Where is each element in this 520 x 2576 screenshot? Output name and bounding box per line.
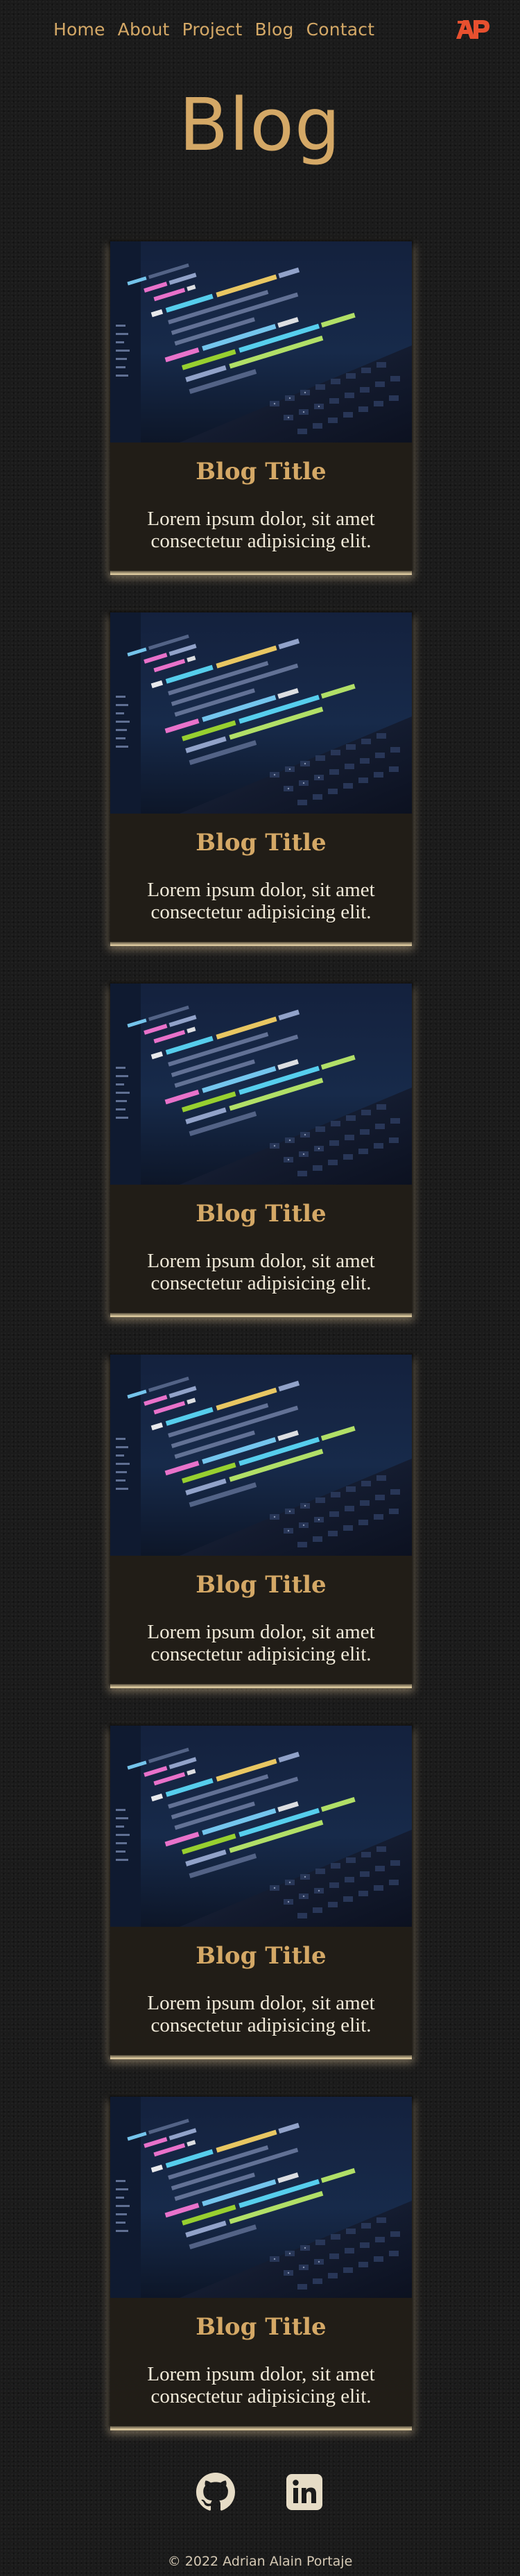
blog-card-title: Blog Title	[196, 458, 327, 486]
github-link[interactable]	[196, 2473, 235, 2511]
linkedin-icon	[286, 2474, 322, 2510]
blog-post-list: Blog Title Lorem ipsum dolor, sit amet c…	[110, 241, 412, 2468]
nav-link-project[interactable]: Project	[182, 19, 243, 40]
blog-card-title: Blog Title	[196, 1571, 327, 1599]
github-icon	[196, 2473, 235, 2511]
blog-card[interactable]: Blog Title Lorem ipsum dolor, sit amet c…	[110, 2097, 412, 2426]
blog-card-excerpt: Lorem ipsum dolor, sit amet consectetur …	[147, 2363, 375, 2407]
blog-card-excerpt: Lorem ipsum dolor, sit amet consectetur …	[147, 879, 375, 923]
blog-card-excerpt: Lorem ipsum dolor, sit amet consectetur …	[147, 1250, 375, 1294]
blog-card[interactable]: Blog Title Lorem ipsum dolor, sit amet c…	[110, 1355, 412, 1684]
code-screen-image	[110, 2097, 412, 2298]
blog-card-title: Blog Title	[196, 2313, 327, 2341]
code-screen-image	[110, 612, 412, 814]
blog-card-excerpt: Lorem ipsum dolor, sit amet consectetur …	[147, 1621, 375, 1665]
blog-card[interactable]: Blog Title Lorem ipsum dolor, sit amet c…	[110, 984, 412, 1313]
top-navigation: Home About Project Blog Contact	[0, 17, 520, 44]
social-links	[0, 2473, 520, 2514]
code-screen-image	[110, 1355, 412, 1556]
blog-card-title: Blog Title	[196, 1942, 327, 1970]
nav-link-contact[interactable]: Contact	[306, 19, 375, 40]
nav-link-about[interactable]: About	[118, 19, 170, 40]
blog-card-excerpt: Lorem ipsum dolor, sit amet consectetur …	[147, 508, 375, 552]
page-title: Blog	[179, 83, 341, 167]
blog-card[interactable]: Blog Title Lorem ipsum dolor, sit amet c…	[110, 1726, 412, 2055]
copyright-text: © 2022 Adrian Alain Portaje	[167, 2554, 353, 2569]
blog-card-title: Blog Title	[196, 829, 327, 857]
linkedin-link[interactable]	[285, 2473, 324, 2511]
blog-card[interactable]: Blog Title Lorem ipsum dolor, sit amet c…	[110, 612, 412, 942]
nav-link-home[interactable]: Home	[53, 19, 105, 40]
nav-links: Home About Project Blog Contact	[53, 19, 374, 40]
nav-link-blog[interactable]: Blog	[255, 19, 294, 40]
ap-logo[interactable]	[455, 17, 491, 42]
code-screen-image	[110, 984, 412, 1185]
blog-card[interactable]: Blog Title Lorem ipsum dolor, sit amet c…	[110, 241, 412, 571]
blog-card-title: Blog Title	[196, 1200, 327, 1228]
blog-card-excerpt: Lorem ipsum dolor, sit amet consectetur …	[147, 1992, 375, 2036]
code-screen-image	[110, 241, 412, 443]
code-screen-image	[110, 1726, 412, 1927]
